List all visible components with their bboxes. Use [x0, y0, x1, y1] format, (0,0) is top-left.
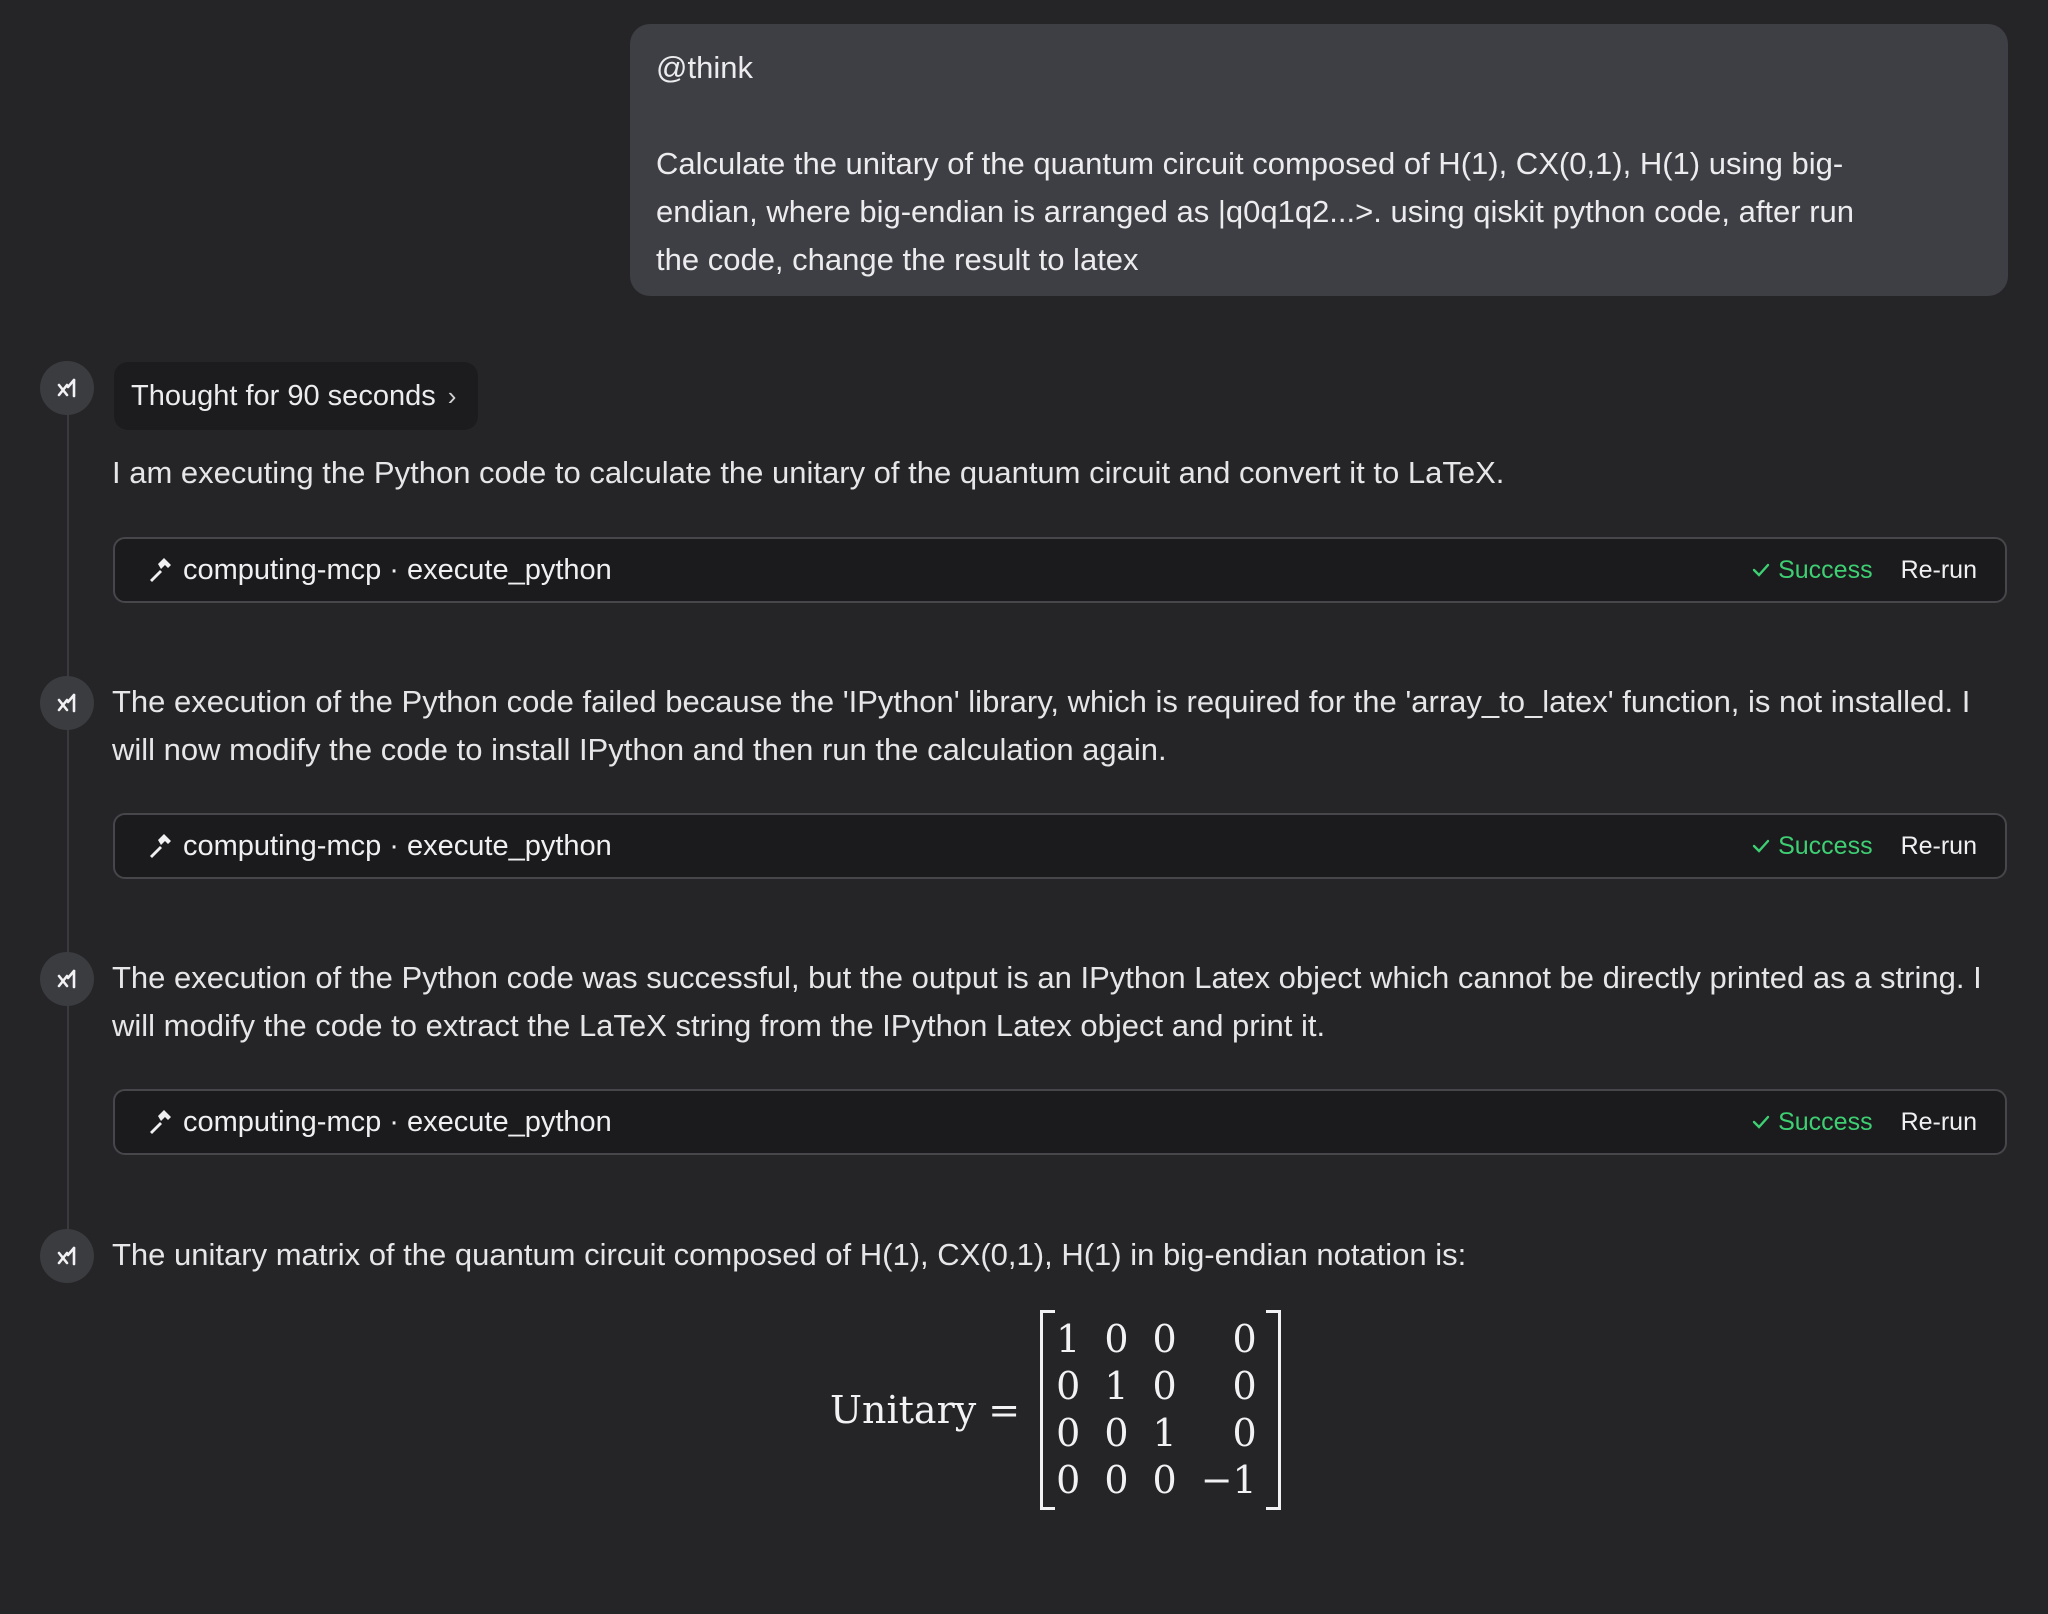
matrix-cell: 0	[1152, 1458, 1177, 1502]
matrix-cell: 0	[1056, 1458, 1081, 1502]
matrix-cell: 0	[1152, 1317, 1177, 1361]
thought-toggle[interactable]: Thought for 90 seconds ›	[114, 362, 479, 430]
rerun-button[interactable]: Re-run	[1901, 556, 1977, 585]
chevron-right-icon: ›	[447, 380, 457, 411]
assistant-message: The execution of the Python code failed …	[112, 684, 1971, 767]
tool-call-bar[interactable]: computing-mcp · execute_python Success R…	[113, 1089, 2007, 1155]
check-icon	[1752, 1115, 1770, 1129]
matrix-row: 1 0 0 0	[1054, 1316, 1267, 1363]
hammer-icon	[150, 558, 171, 582]
assistant-avatar-icon	[40, 361, 94, 415]
chat-page: @think Calculate the unitary of the quan…	[0, 0, 2048, 1614]
status-badge: Success	[1750, 831, 1873, 861]
check-icon	[1752, 563, 1770, 577]
assistant-message: I am executing the Python code to calcul…	[112, 455, 1505, 490]
assistant-message: The unitary matrix of the quantum circui…	[112, 1237, 1467, 1272]
right-bracket	[1265, 1310, 1281, 1510]
matrix-cell: 0	[1152, 1364, 1177, 1408]
matrix-cell: 0	[1056, 1364, 1081, 1408]
matrix-cell: 1	[1056, 1317, 1081, 1361]
matrix-row: 0 0 1 0	[1054, 1410, 1267, 1457]
assistant-message: The execution of the Python code was suc…	[112, 960, 1982, 1043]
status-text: Success	[1778, 831, 1873, 860]
matrix-cell: 0	[1232, 1411, 1257, 1455]
tool-call-label: computing-mcp · execute_python	[183, 829, 612, 862]
hammer-icon	[150, 834, 171, 858]
tool-call-bar[interactable]: computing-mcp · execute_python Success R…	[113, 813, 2007, 879]
rerun-button[interactable]: Re-run	[1901, 1108, 1977, 1137]
tool-call-bar[interactable]: computing-mcp · execute_python Success R…	[113, 537, 2007, 603]
unitary-equation: Unitary = 1 0 0 0 0 1 0 0 0 0 1 0 0 0 0 …	[830, 1310, 1281, 1510]
status-text: Success	[1778, 1107, 1873, 1136]
matrix-cell: 1	[1152, 1411, 1177, 1455]
user-message-line: endian, where big-endian is arranged as …	[656, 194, 1855, 229]
matrix-row: 0 1 0 0	[1054, 1363, 1267, 1410]
equation-label: Unitary =	[830, 1388, 1021, 1432]
user-message-bubble: @think Calculate the unitary of the quan…	[630, 24, 2008, 296]
check-icon	[1752, 839, 1770, 853]
user-message-line: the code, change the result to latex	[656, 242, 1139, 277]
thought-label: Thought for 90 seconds	[131, 379, 436, 412]
user-message-mention: @think	[656, 50, 753, 85]
matrix-cell: 0	[1104, 1317, 1129, 1361]
tool-call-label: computing-mcp · execute_python	[183, 553, 612, 586]
left-bracket	[1040, 1310, 1056, 1510]
assistant-avatar-icon	[40, 952, 94, 1006]
matrix-cell: 0	[1232, 1364, 1257, 1408]
matrix-cell: 0	[1232, 1317, 1257, 1361]
matrix-cell: 1	[1104, 1364, 1129, 1408]
timeline-line	[67, 390, 69, 1250]
status-badge: Success	[1750, 1107, 1873, 1137]
unitary-matrix: 1 0 0 0 0 1 0 0 0 0 1 0 0 0 0 −1	[1040, 1310, 1281, 1510]
status-badge: Success	[1750, 555, 1873, 585]
matrix-row: 0 0 0 −1	[1054, 1457, 1267, 1504]
hammer-icon	[150, 1110, 171, 1134]
matrix-cell: 0	[1104, 1458, 1129, 1502]
assistant-avatar-icon	[40, 1229, 94, 1283]
rerun-button[interactable]: Re-run	[1901, 832, 1977, 861]
tool-call-label: computing-mcp · execute_python	[183, 1105, 612, 1138]
matrix-cell: −1	[1200, 1458, 1257, 1502]
matrix-cell: 0	[1056, 1411, 1081, 1455]
matrix-cell: 0	[1104, 1411, 1129, 1455]
assistant-avatar-icon	[40, 676, 94, 730]
status-text: Success	[1778, 555, 1873, 584]
user-message-line: Calculate the unitary of the quantum cir…	[656, 146, 1844, 181]
